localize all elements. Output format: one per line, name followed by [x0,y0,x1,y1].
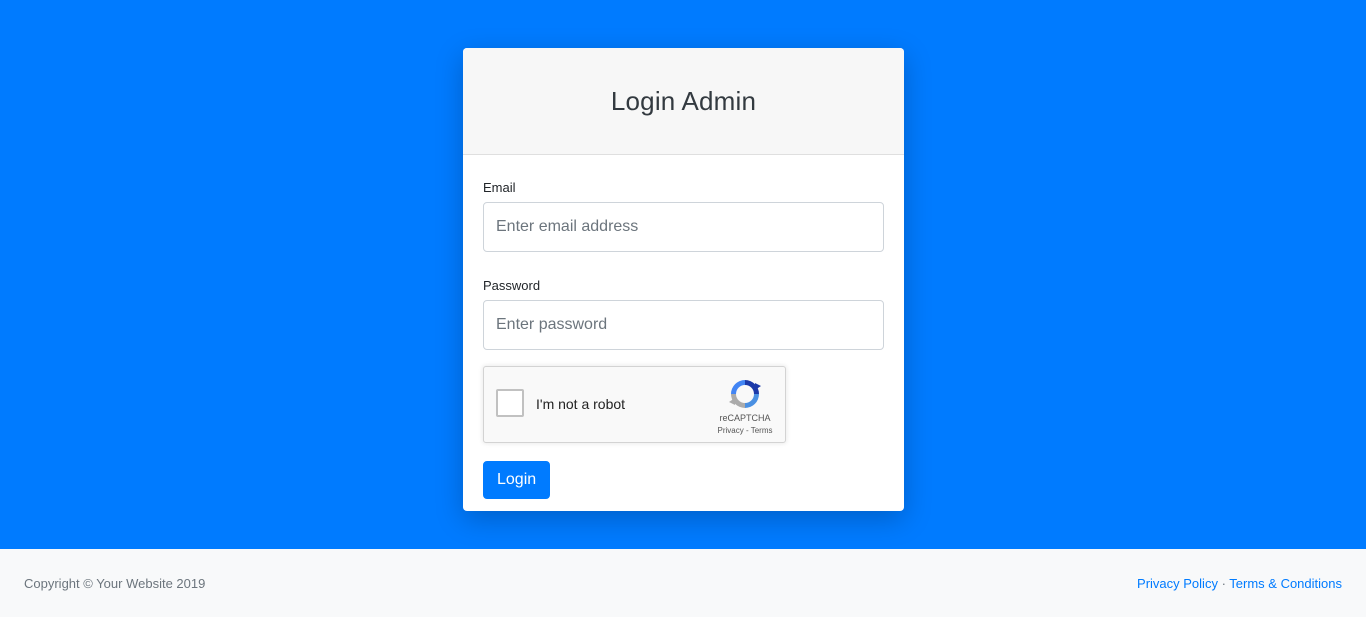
footer: Copyright © Your Website 2019 Privacy Po… [0,549,1366,617]
card-header: Login Admin [463,48,904,155]
recaptcha-logo-icon [728,377,762,411]
recaptcha-widget: I'm not a robot reCAPTCHA Privacy - Term… [483,366,786,443]
privacy-policy-link[interactable]: Privacy Policy [1137,576,1218,591]
footer-links: Privacy Policy · Terms & Conditions [1137,576,1342,591]
recaptcha-links: Privacy - Terms [709,426,781,435]
recaptcha-terms-link[interactable]: Terms [751,426,773,435]
recaptcha-privacy-link[interactable]: Privacy [718,426,744,435]
terms-conditions-link[interactable]: Terms & Conditions [1229,576,1342,591]
card-title: Login Admin [610,85,757,116]
login-button[interactable]: Login [483,461,551,499]
password-group: Password [483,278,884,350]
recaptcha-label: I'm not a robot [536,396,626,412]
password-input[interactable] [483,300,884,350]
email-label: Email [483,180,516,195]
login-card: Login Admin Email Password I'm not a rob… [463,48,904,511]
recaptcha-brand: reCAPTCHA [719,413,771,423]
recaptcha-link-separator: - [743,426,751,435]
email-group: Email [483,180,884,252]
login-form: Email Password I'm not a robot [463,155,904,499]
footer-link-separator: · [1217,575,1230,591]
copyright-text: Copyright © Your Website 2019 [24,575,206,591]
page-background: Login Admin Email Password I'm not a rob… [0,0,1366,549]
email-input[interactable] [483,202,884,252]
recaptcha-checkbox[interactable] [496,389,524,417]
password-label: Password [483,278,541,293]
